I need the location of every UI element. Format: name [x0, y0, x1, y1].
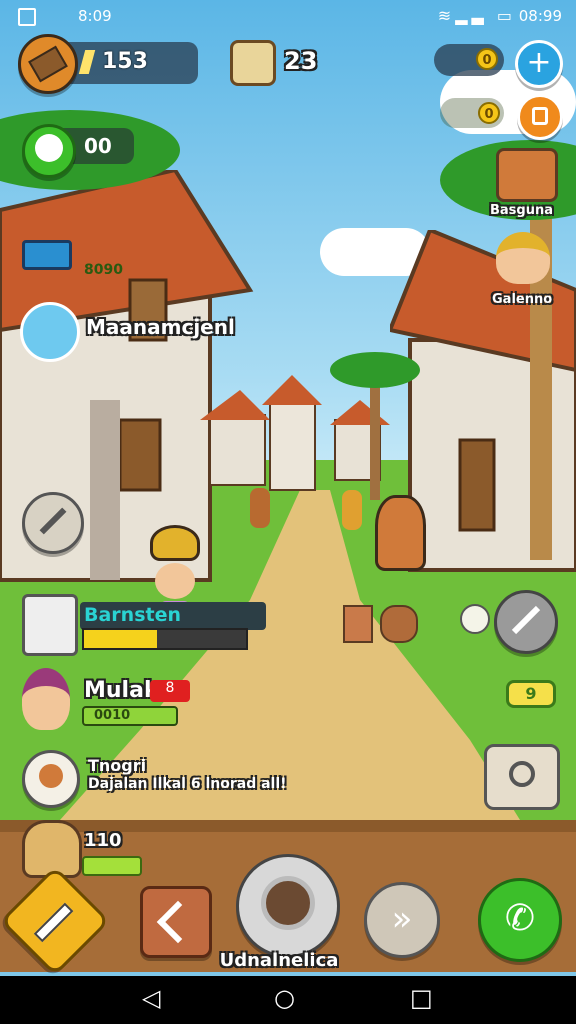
- notification-icon: [18, 8, 36, 26]
- npc1-level: 0010: [82, 706, 178, 726]
- quest-progress-fill: [84, 630, 157, 648]
- pencil-icon[interactable]: [22, 492, 84, 554]
- signal-icons: ≋▂▃ ▭: [437, 6, 516, 25]
- plus-icon[interactable]: +: [515, 40, 563, 88]
- right-badge: 9: [506, 680, 556, 708]
- android-nav-bar: ◁ ○ □: [0, 976, 576, 1024]
- npc2-text: Dajalan Ilkal 6 lnorad all!: [88, 776, 287, 792]
- nav-home-icon[interactable]: ○: [274, 984, 295, 1012]
- quest-value: 8090: [84, 262, 123, 278]
- npc-cyclist[interactable]: [375, 495, 426, 571]
- scroll-count: 23: [284, 47, 318, 75]
- quest-progress-bar: [82, 628, 248, 650]
- npc1-avatar[interactable]: [22, 668, 70, 730]
- coin-icon: 0: [476, 48, 498, 70]
- wood-icon[interactable]: [18, 34, 78, 94]
- player2-label: Galenno: [492, 292, 553, 307]
- coin-counter-b[interactable]: 0: [440, 98, 504, 128]
- npc-villager[interactable]: [250, 488, 270, 528]
- pencil-icon[interactable]: [494, 590, 558, 654]
- quest-chest-icon[interactable]: [22, 200, 72, 282]
- scroll-icon[interactable]: [230, 40, 276, 86]
- shop-label: Basguna: [490, 203, 554, 218]
- nav-back-icon[interactable]: ◁: [142, 984, 160, 1012]
- quest-title-bar: Barnsten Gajeies: [80, 602, 266, 648]
- nav-recents-icon[interactable]: □: [410, 984, 433, 1012]
- wood-count: 153: [102, 49, 148, 74]
- info-icon[interactable]: [460, 604, 490, 634]
- palm-tree: [330, 352, 420, 500]
- timer-value: 00: [84, 134, 112, 158]
- player2-avatar[interactable]: [496, 232, 550, 284]
- back-arrow-icon[interactable]: [140, 886, 212, 958]
- cookie-icon[interactable]: [380, 605, 418, 643]
- npc1-name: Mulak: [84, 678, 159, 703]
- player-avatar[interactable]: [20, 302, 80, 362]
- status-bar: 8:09 ≋▂▃ ▭ 08:99: [0, 0, 576, 32]
- player-name: Maanamcjenl: [86, 315, 235, 339]
- camera-icon[interactable]: [484, 744, 560, 810]
- center-action-button[interactable]: [236, 854, 340, 958]
- shop-icon[interactable]: [496, 148, 558, 202]
- crate-icon[interactable]: [343, 605, 373, 643]
- phone-icon[interactable]: ✆: [478, 878, 562, 962]
- map-icon[interactable]: [22, 124, 76, 178]
- status-time: 8:09: [78, 7, 112, 25]
- center-label: Udnalnelica: [219, 950, 339, 971]
- resource-count: 110: [84, 830, 122, 851]
- quest-item-icon[interactable]: [22, 594, 78, 656]
- status-clock: 08:99: [518, 7, 562, 25]
- forward-icon[interactable]: »: [364, 882, 440, 958]
- npc-villager[interactable]: [342, 490, 362, 530]
- resource-bar: [82, 856, 142, 876]
- menu-icon[interactable]: [517, 94, 563, 140]
- npc2-title: Tnogri: [88, 756, 147, 775]
- clock-icon[interactable]: [22, 750, 80, 808]
- coin-counter-a[interactable]: 0: [434, 44, 504, 76]
- resource-icon[interactable]: [22, 820, 82, 878]
- npc1-badge: 8: [150, 680, 190, 702]
- coin-icon: 0: [478, 102, 500, 124]
